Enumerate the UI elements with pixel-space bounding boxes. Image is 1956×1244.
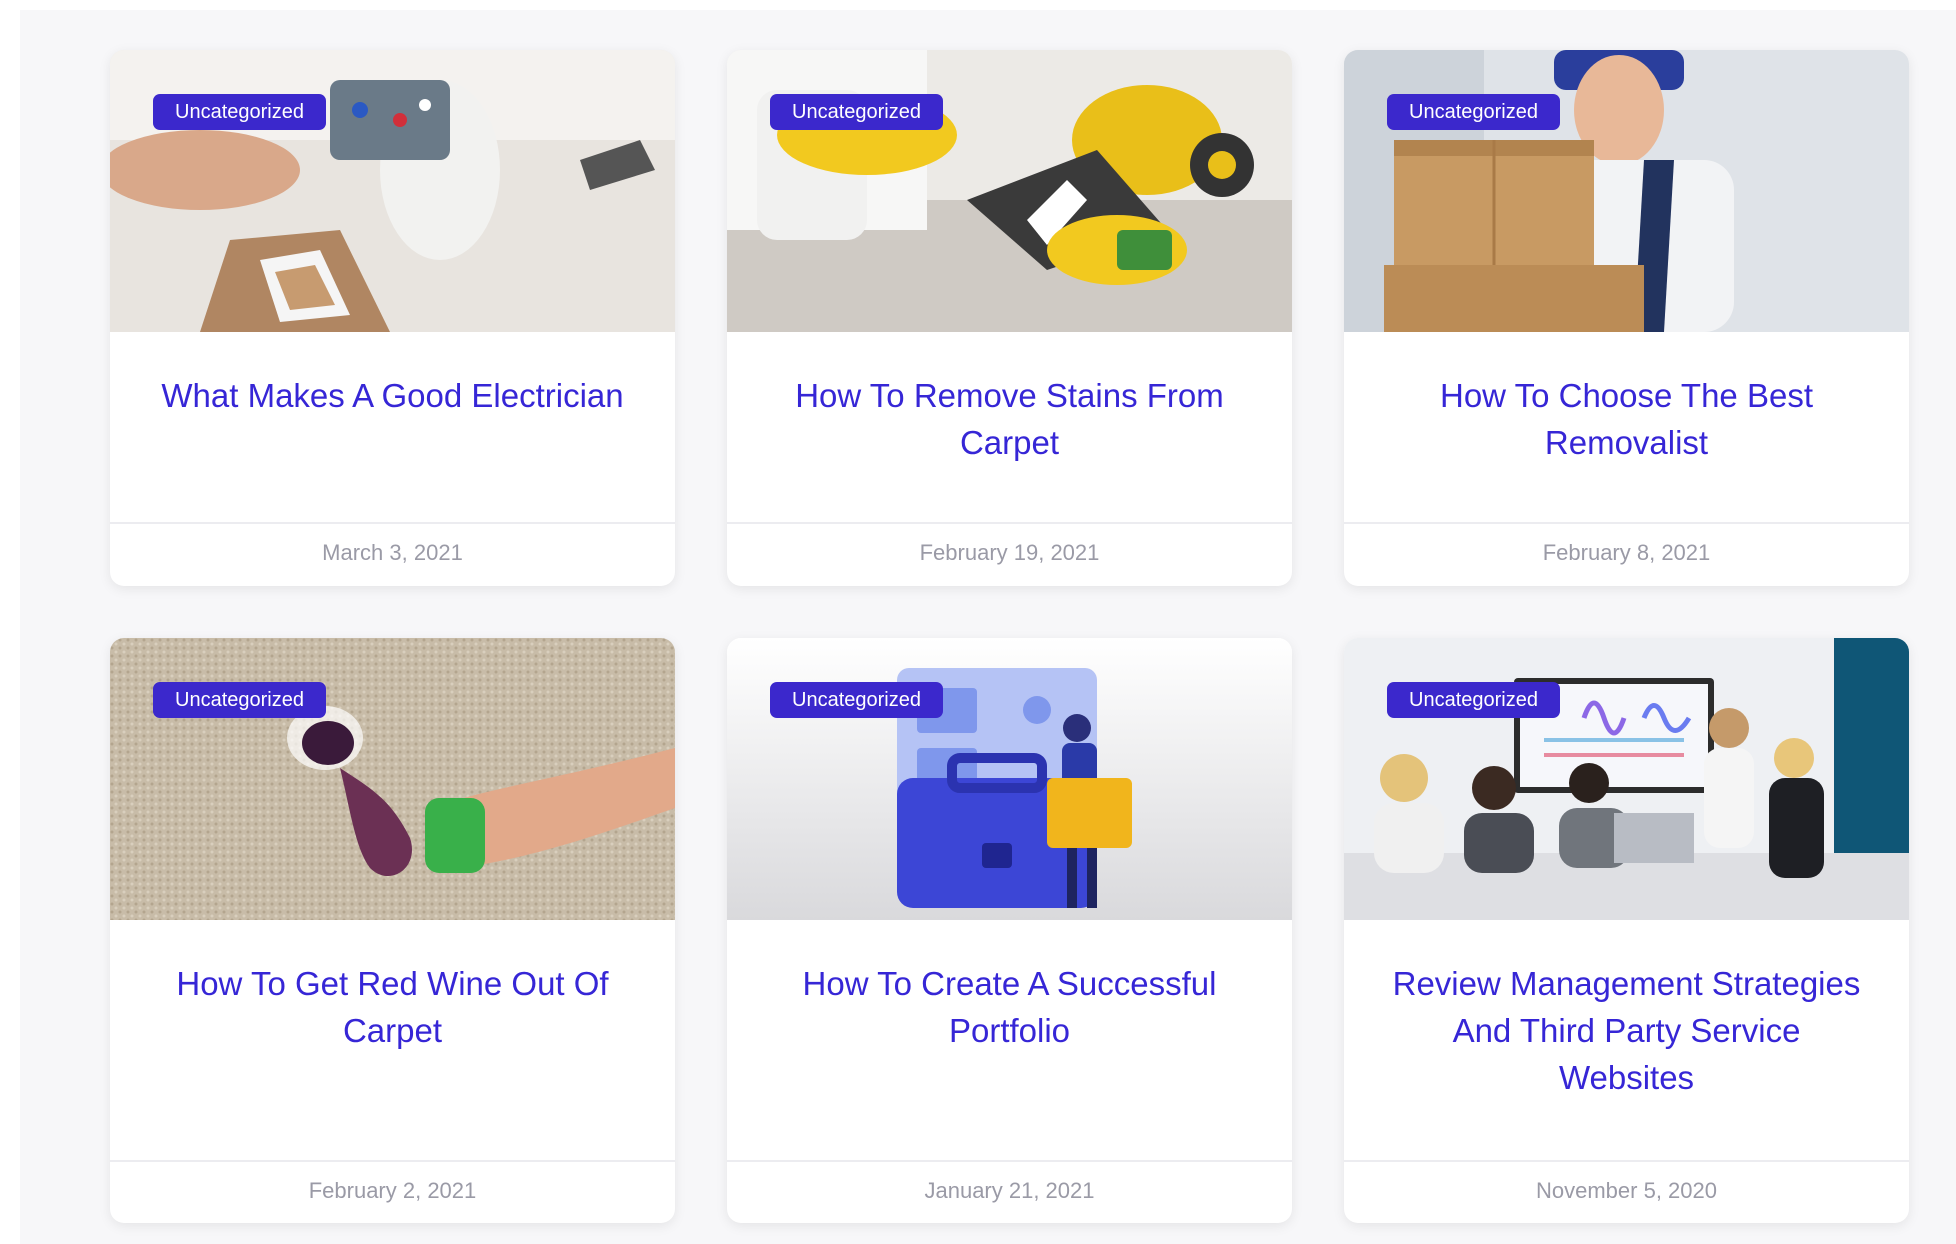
post-title[interactable]: How To Remove Stains From Carpet bbox=[767, 372, 1252, 466]
category-badge[interactable]: Uncategorized bbox=[153, 94, 326, 130]
post-card[interactable]: Uncategorized How To Remove Stains From … bbox=[727, 50, 1292, 586]
post-date: February 8, 2021 bbox=[1542, 540, 1711, 565]
post-title[interactable]: How To Get Red Wine Out Of Carpet bbox=[150, 960, 635, 1054]
card-divider bbox=[727, 522, 1292, 524]
category-badge[interactable]: Uncategorized bbox=[153, 682, 326, 718]
post-title[interactable]: What Makes A Good Electrician bbox=[150, 372, 635, 419]
post-thumbnail-portfolio[interactable] bbox=[727, 638, 1292, 920]
post-title[interactable]: How To Choose The Best Removalist bbox=[1384, 372, 1869, 466]
posts-grid: Uncategorized What Makes A Good Electric… bbox=[110, 50, 1930, 1223]
post-date: November 5, 2020 bbox=[1536, 1178, 1717, 1203]
post-card[interactable]: Uncategorized How To Get Red Wine Out Of… bbox=[110, 638, 675, 1223]
post-thumbnail-wine-stain[interactable] bbox=[110, 638, 675, 920]
category-badge[interactable]: Uncategorized bbox=[770, 94, 943, 130]
card-divider bbox=[110, 1160, 675, 1162]
category-badge[interactable]: Uncategorized bbox=[1387, 94, 1560, 130]
blog-posts-section: Uncategorized What Makes A Good Electric… bbox=[20, 10, 1956, 1244]
post-title[interactable]: How To Create A Successful Portfolio bbox=[767, 960, 1252, 1054]
post-card[interactable]: Uncategorized What Makes A Good Electric… bbox=[110, 50, 675, 586]
card-divider bbox=[110, 522, 675, 524]
card-divider bbox=[1344, 522, 1909, 524]
post-title[interactable]: Review Management Strategies And Third P… bbox=[1384, 960, 1869, 1101]
post-date: January 21, 2021 bbox=[924, 1178, 1095, 1203]
post-card[interactable]: Uncategorized How To Create A Successful… bbox=[727, 638, 1292, 1223]
card-divider bbox=[1344, 1160, 1909, 1162]
post-card[interactable]: Uncategorized Review Management Strategi… bbox=[1344, 638, 1909, 1223]
card-divider bbox=[727, 1160, 1292, 1162]
post-thumbnail-removalist[interactable] bbox=[1344, 50, 1909, 332]
post-date: March 3, 2021 bbox=[322, 540, 463, 565]
post-date: February 2, 2021 bbox=[308, 1178, 477, 1203]
post-thumbnail-meeting[interactable] bbox=[1344, 638, 1909, 920]
post-thumbnail-electrician[interactable] bbox=[110, 50, 675, 332]
category-badge[interactable]: Uncategorized bbox=[1387, 682, 1560, 718]
post-date: February 19, 2021 bbox=[919, 540, 1100, 565]
post-thumbnail-carpet-cleaning[interactable] bbox=[727, 50, 1292, 332]
post-card[interactable]: Uncategorized How To Choose The Best Rem… bbox=[1344, 50, 1909, 586]
category-badge[interactable]: Uncategorized bbox=[770, 682, 943, 718]
